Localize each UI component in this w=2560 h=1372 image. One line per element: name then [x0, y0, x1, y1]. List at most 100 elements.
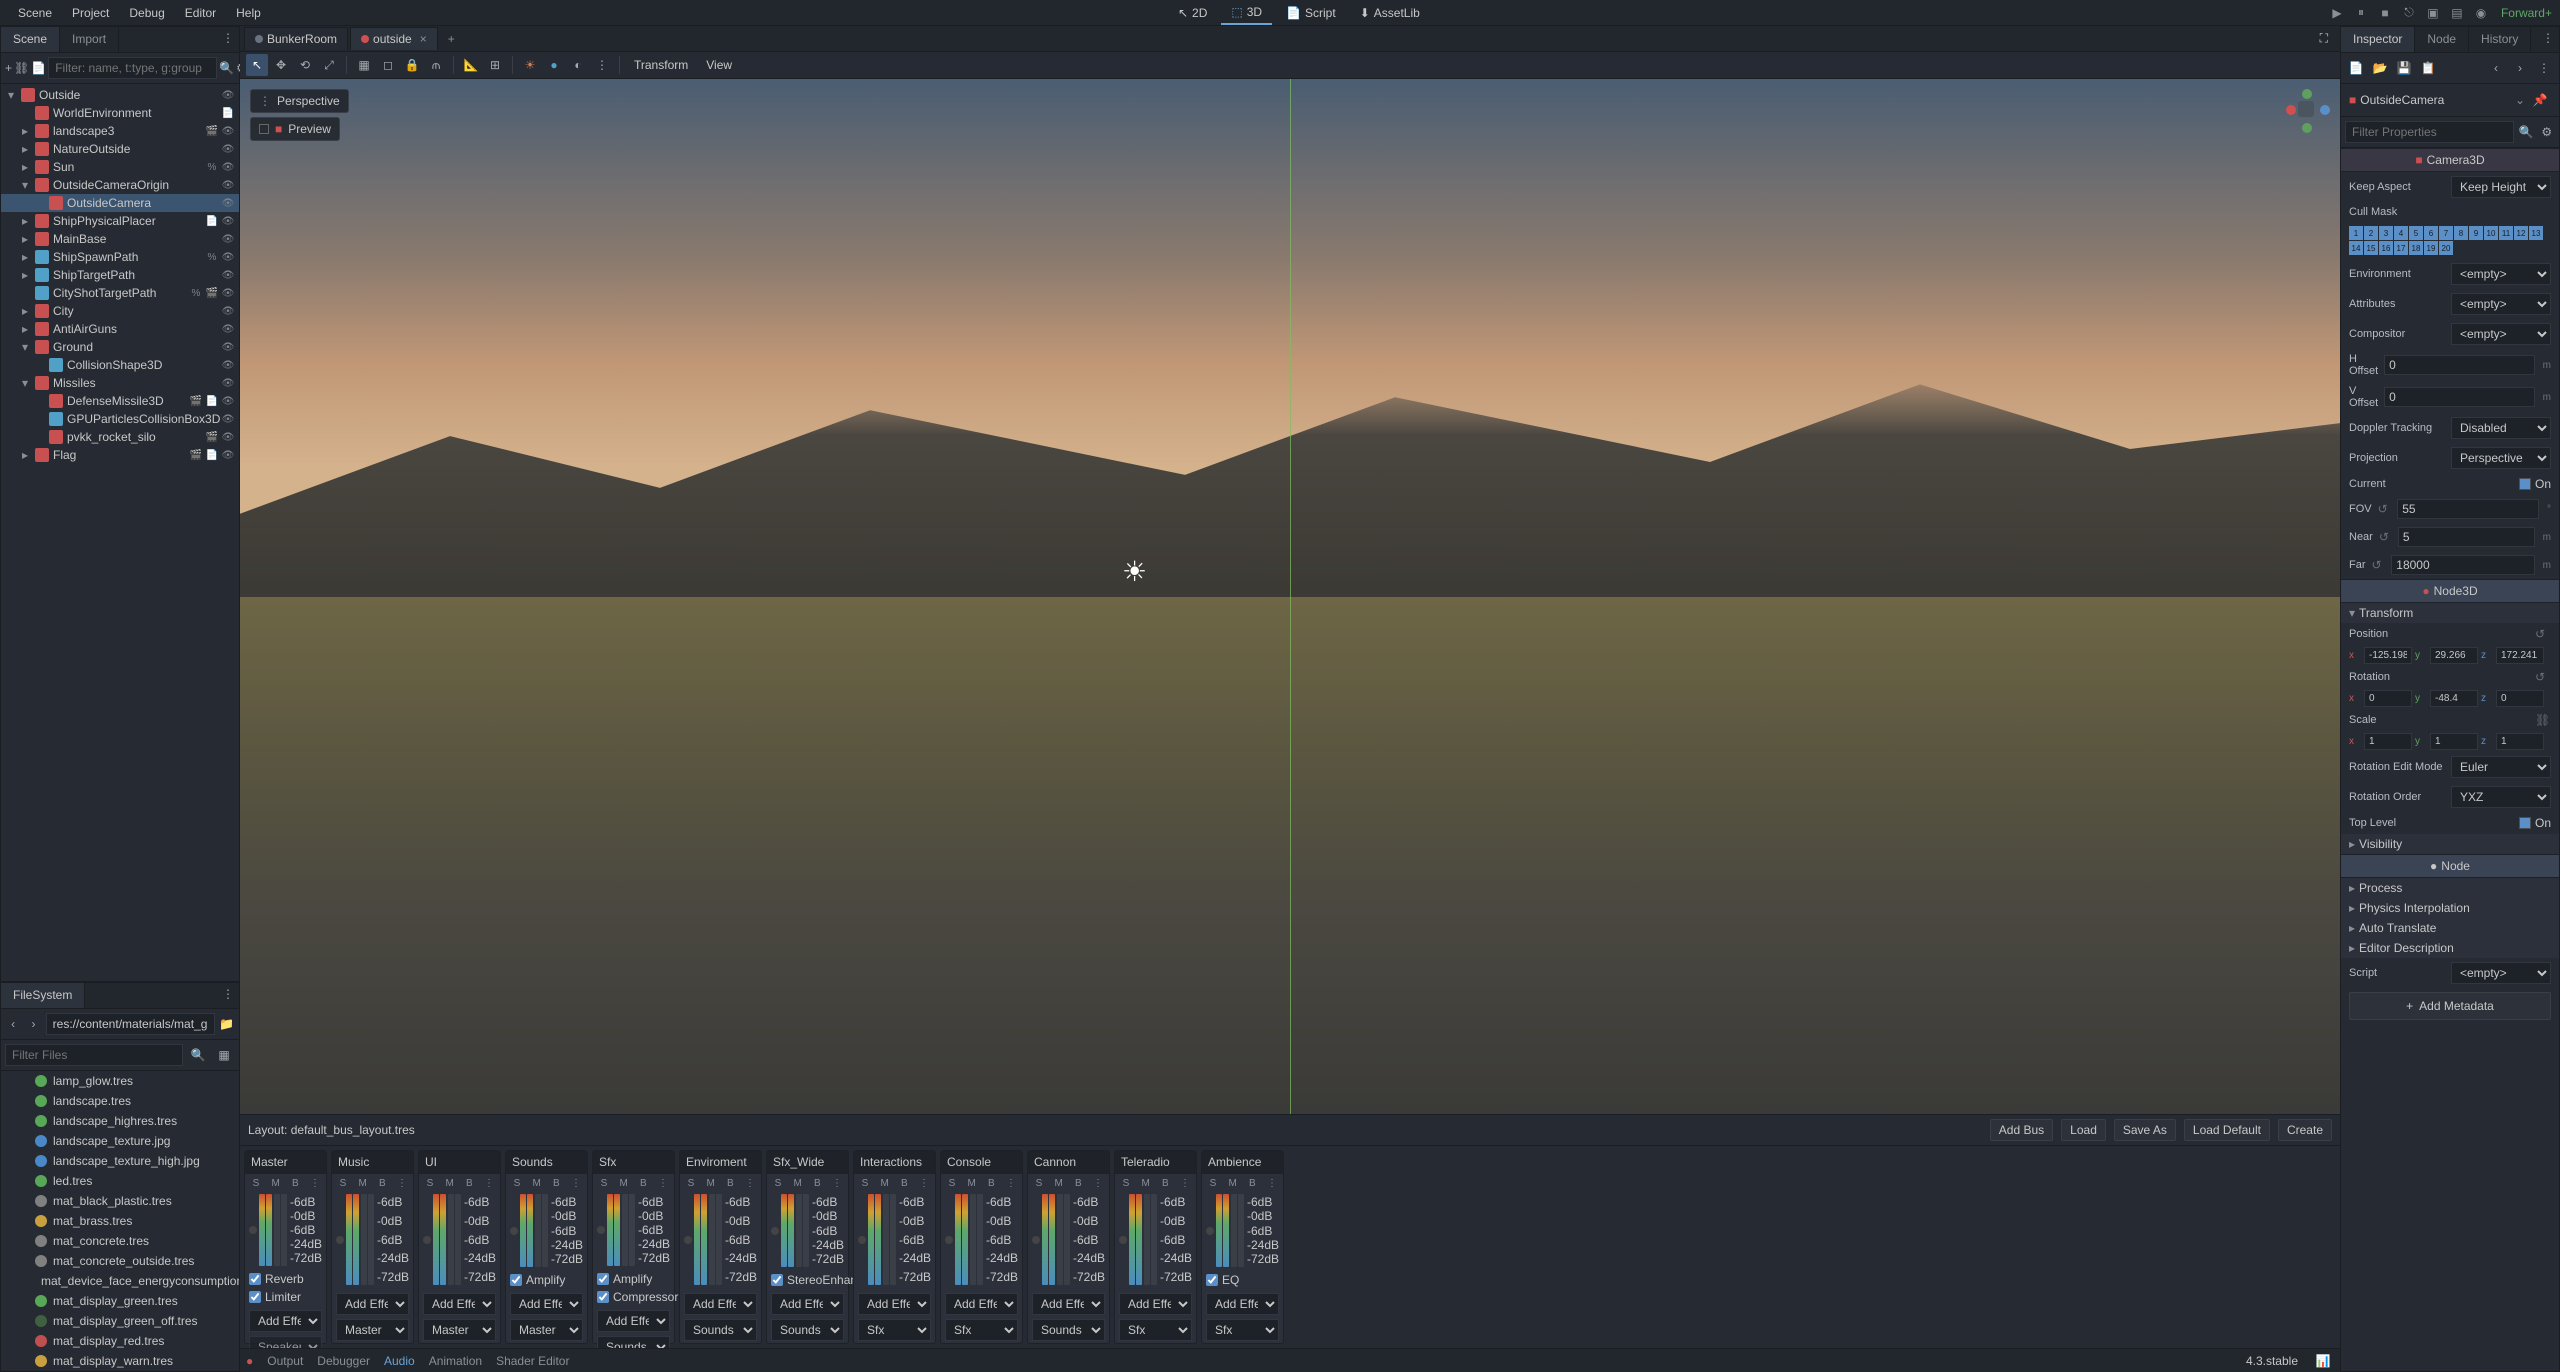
filesystem-tab[interactable]: FileSystem	[1, 983, 85, 1008]
scene-tab[interactable]: Scene	[1, 27, 60, 52]
play-custom-icon[interactable]: ▤	[2447, 3, 2467, 23]
current-checkbox[interactable]: On	[2519, 477, 2551, 491]
orientation-gizmo[interactable]	[2286, 89, 2330, 133]
tree-node[interactable]: pvkk_rocket_silo🎬👁	[1, 428, 239, 446]
cull-bit[interactable]: 3	[2379, 226, 2393, 240]
add-effect-select[interactable]: Add Effect	[684, 1293, 757, 1315]
cull-bit[interactable]: 2	[2364, 226, 2378, 240]
tree-node[interactable]: CollisionShape3D👁	[1, 356, 239, 374]
tree-node[interactable]: ▾Missiles👁	[1, 374, 239, 392]
saveas-bus-button[interactable]: Save As	[2114, 1119, 2176, 1141]
file-row[interactable]: led.tres	[1, 1171, 239, 1191]
view-menu-icon[interactable]: ⋮	[591, 54, 613, 76]
select-tool-icon[interactable]: ↖	[246, 54, 268, 76]
bus-effect[interactable]: Amplify	[510, 1271, 583, 1289]
bypass-button[interactable]: B	[723, 1176, 737, 1190]
bypass-button[interactable]: B	[984, 1176, 998, 1190]
cull-bit[interactable]: 9	[2469, 226, 2483, 240]
solo-button[interactable]: S	[336, 1176, 350, 1190]
bypass-button[interactable]: B	[375, 1176, 389, 1190]
debugger-tab[interactable]: Debugger	[317, 1354, 370, 1368]
bus-title[interactable]: Teleradio	[1115, 1151, 1196, 1174]
bus-menu-icon[interactable]: ⋮	[743, 1176, 757, 1190]
bus-route-select[interactable]: Speakers	[249, 1336, 322, 1348]
panel-menu-icon[interactable]: ⋮	[217, 27, 239, 49]
cull-bit[interactable]: 20	[2439, 241, 2453, 255]
tree-node[interactable]: ▸MainBase👁	[1, 230, 239, 248]
cull-bit[interactable]: 4	[2394, 226, 2408, 240]
mode-2d[interactable]: ↖ 2D	[1168, 1, 1217, 25]
add-effect-select[interactable]: Add Effect	[597, 1310, 670, 1332]
history-tab[interactable]: History	[2469, 27, 2531, 52]
bus-menu-icon[interactable]: ⋮	[917, 1176, 931, 1190]
bus-title[interactable]: Sfx_Wide	[767, 1151, 848, 1174]
add-effect-select[interactable]: Add Effect	[1032, 1293, 1105, 1315]
tree-node[interactable]: ▸AntiAirGuns👁	[1, 320, 239, 338]
solo-button[interactable]: S	[945, 1176, 959, 1190]
doppler-select[interactable]: Disabled	[2451, 417, 2551, 439]
mute-button[interactable]: M	[1139, 1176, 1153, 1190]
bus-effect[interactable]: Compressor	[597, 1288, 670, 1306]
preview-icon[interactable]: ◐	[567, 54, 589, 76]
transform-menu[interactable]: Transform	[626, 54, 696, 76]
remote-icon[interactable]: ⎋	[2399, 3, 2419, 23]
fs-path-input[interactable]	[46, 1013, 215, 1035]
filter-search-icon[interactable]: 🔍	[2518, 121, 2535, 143]
bus-route-select[interactable]: Master	[423, 1319, 496, 1341]
compositor-select[interactable]: <empty>	[2451, 323, 2551, 345]
create-bus-button[interactable]: Create	[2278, 1119, 2332, 1141]
transform-group[interactable]: ▾Transform	[2341, 603, 2559, 623]
cull-bit[interactable]: 13	[2529, 226, 2543, 240]
file-row[interactable]: mat_display_green_off.tres	[1, 1311, 239, 1331]
bus-title[interactable]: Enviroment	[680, 1151, 761, 1174]
bus-menu-icon[interactable]: ⋮	[308, 1176, 322, 1190]
bypass-button[interactable]: B	[462, 1176, 476, 1190]
scene-filter-input[interactable]	[48, 57, 217, 79]
file-row[interactable]: mat_black_plastic.tres	[1, 1191, 239, 1211]
filter-settings-icon[interactable]: ⚙	[2539, 121, 2556, 143]
output-tab[interactable]: Output	[267, 1354, 303, 1368]
fps-icon[interactable]: 📊	[2312, 1350, 2334, 1372]
add-effect-select[interactable]: Add Effect	[1119, 1293, 1192, 1315]
fs-filter-input[interactable]	[5, 1044, 183, 1066]
camera3d-section[interactable]: ■Camera3D	[2341, 148, 2559, 172]
bus-menu-icon[interactable]: ⋮	[1265, 1176, 1279, 1190]
bypass-button[interactable]: B	[810, 1176, 824, 1190]
attach-script-icon[interactable]: 📄	[31, 57, 46, 79]
visibility-group[interactable]: ▸Visibility	[2341, 834, 2559, 854]
mute-button[interactable]: M	[443, 1176, 457, 1190]
scene-tree[interactable]: ▾Outside👁WorldEnvironment📄▸landscape3🎬👁▸…	[1, 84, 239, 981]
bypass-button[interactable]: B	[288, 1176, 302, 1190]
file-row[interactable]: landscape_texture_high.jpg	[1, 1151, 239, 1171]
position-x-input[interactable]	[2364, 647, 2412, 664]
v-offset-input[interactable]	[2384, 387, 2535, 407]
cull-bit[interactable]: 11	[2499, 226, 2513, 240]
inspector-menu-icon[interactable]: ⋮	[2537, 27, 2559, 49]
environment-select[interactable]: <empty>	[2451, 263, 2551, 285]
cull-bit[interactable]: 1	[2349, 226, 2363, 240]
menu-debug[interactable]: Debug	[119, 2, 174, 24]
solo-button[interactable]: S	[1032, 1176, 1046, 1190]
pin-icon[interactable]: 📌	[2529, 89, 2551, 111]
solo-button[interactable]: S	[249, 1176, 263, 1190]
mute-button[interactable]: M	[965, 1176, 979, 1190]
position-y-input[interactable]	[2430, 647, 2478, 664]
copy-icon[interactable]: 📋	[2417, 57, 2439, 79]
bus-title[interactable]: Sfx	[593, 1151, 674, 1174]
load-bus-button[interactable]: Load	[2061, 1119, 2106, 1141]
add-effect-select[interactable]: Add Effect	[1206, 1293, 1279, 1315]
fs-fwd-icon[interactable]: ›	[25, 1013, 41, 1035]
cull-bit[interactable]: 15	[2364, 241, 2378, 255]
tree-node[interactable]: ▸ShipPhysicalPlacer📄👁	[1, 212, 239, 230]
bypass-button[interactable]: B	[549, 1176, 563, 1190]
bus-route-select[interactable]: Sfx	[1119, 1319, 1192, 1341]
near-input[interactable]	[2398, 527, 2535, 547]
mute-button[interactable]: M	[1052, 1176, 1066, 1190]
bus-effect[interactable]: StereoEnhanc	[771, 1271, 844, 1289]
snap-list-icon[interactable]: ▦	[353, 54, 375, 76]
move-tool-icon[interactable]: ✥	[270, 54, 292, 76]
scene-tab-outside[interactable]: outside×	[350, 27, 438, 50]
lock-icon[interactable]: 🔒	[401, 54, 423, 76]
tree-node[interactable]: ▸ShipTargetPath👁	[1, 266, 239, 284]
snap-icon[interactable]: ⊞	[484, 54, 506, 76]
